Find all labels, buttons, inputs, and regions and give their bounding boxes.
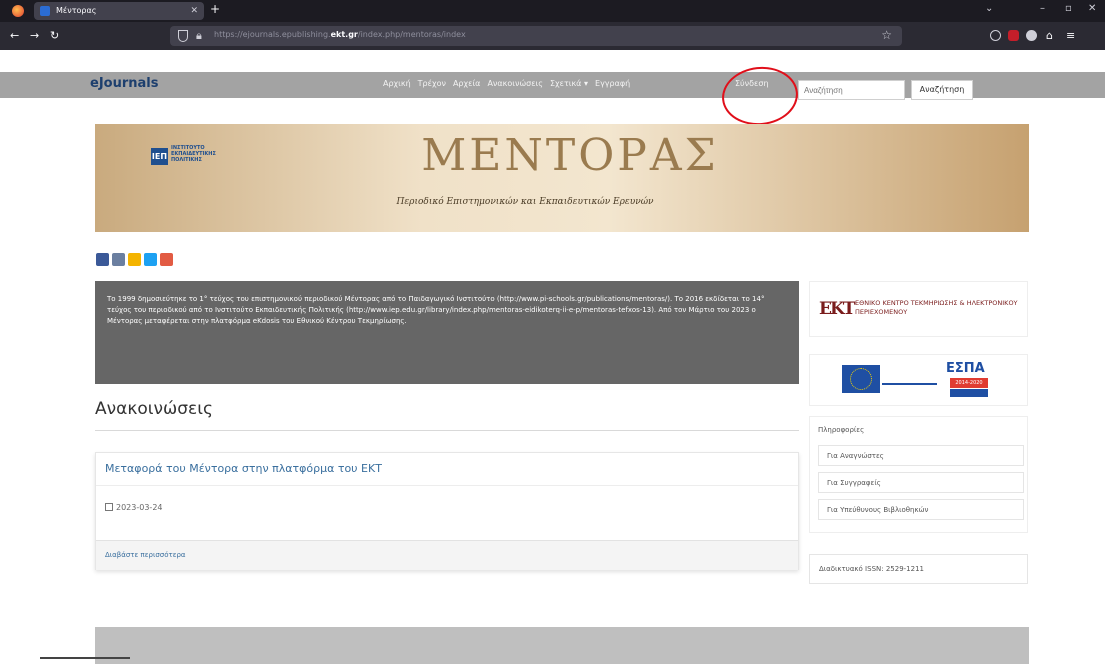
nav-archives[interactable]: Αρχεία: [453, 79, 480, 88]
espa-years: 2014-2020: [950, 378, 988, 388]
announcement-title[interactable]: Μεταφορά του Μέντορα στην πλατφόρμα του …: [105, 462, 382, 475]
search-button[interactable]: Αναζήτηση: [911, 80, 973, 100]
close-window-icon[interactable]: ✕: [1088, 3, 1096, 14]
divider: [96, 485, 798, 486]
iep-logo: ΙΕΠ: [151, 148, 168, 165]
more-share-icon[interactable]: [160, 253, 173, 266]
back-icon[interactable]: ←: [10, 29, 19, 42]
bottom-edge-mark: [40, 657, 130, 664]
ekt-logo-block[interactable]: EKT ΕΘΝΙΚΟ ΚΕΝΤΡΟ ΤΕΚΜΗΡΙΩΣΗΣ & ΗΛΕΚΤΡΟΝ…: [809, 281, 1028, 337]
account-icon[interactable]: [1026, 30, 1037, 41]
browser-nav-bar: ← → ↻ 🔒︎ https://ejournals.epublishing.e…: [0, 22, 1105, 50]
email-icon[interactable]: [128, 253, 141, 266]
nav-home[interactable]: Αρχική: [383, 79, 411, 88]
journal-banner: ΙΕΠ ΙΝΣΤΙΤΟΥΤΟ ΕΚΠΑΙΔΕΥΤΙΚΗΣ ΠΟΛΙΤΙΚΗΣ Μ…: [95, 124, 1029, 232]
minimize-icon[interactable]: –: [1040, 3, 1045, 14]
tab-title: Μέντορας: [56, 6, 97, 15]
info-authors-link[interactable]: Για Συγγραφείς: [818, 472, 1024, 493]
ekt-name: ΕΘΝΙΚΟ ΚΕΝΤΡΟ ΤΕΚΜΗΡΙΩΣΗΣ & ΗΛΕΚΤΡΟΝΙΚΟΥ…: [855, 299, 1018, 316]
firefox-icon[interactable]: [12, 5, 24, 17]
pocket-icon[interactable]: [990, 30, 1001, 41]
menu-icon[interactable]: ≡: [1066, 29, 1075, 42]
eu-funding-logo: [882, 371, 937, 385]
facebook-icon[interactable]: [96, 253, 109, 266]
browser-tab[interactable]: Μέντορας ✕: [34, 2, 204, 20]
nav-about[interactable]: Σχετικά ▾: [550, 79, 588, 88]
tracking-shield-icon[interactable]: [178, 30, 188, 42]
announcement-footer: Διαβάστε περισσότερα: [96, 540, 798, 570]
site-favicon-icon: [40, 6, 50, 16]
twitter-icon[interactable]: [144, 253, 157, 266]
share-icon[interactable]: [112, 253, 125, 266]
espa-logo: ΕΣΠΑ: [946, 361, 985, 376]
espa-logo-block[interactable]: ΕΣΠΑ 2014-2020: [809, 354, 1028, 406]
bookmark-star-icon[interactable]: ☆: [881, 28, 892, 42]
calendar-icon: [105, 503, 113, 511]
info-librarians-link[interactable]: Για Υπεύθυνους Βιβλιοθηκών: [818, 499, 1024, 520]
main-nav: Αρχική Τρέχον Αρχεία Ανακοινώσεις Σχετικ…: [383, 79, 630, 88]
reload-icon[interactable]: ↻: [50, 29, 59, 42]
issn-block: Διαδικτυακό ISSN: 2529-1211: [809, 554, 1028, 584]
eu-flag-icon: [842, 365, 880, 393]
journal-intro: Το 1999 δημοσιεύτηκε το 1° τεύχος του επ…: [95, 281, 799, 384]
forward-icon[interactable]: →: [30, 29, 39, 42]
info-block: Πληροφορίες Για Αναγνώστες Για Συγγραφεί…: [809, 416, 1028, 533]
announcement-card: Μεταφορά του Μέντορα στην πλατφόρμα του …: [95, 452, 799, 570]
site-logo[interactable]: eJournals: [90, 76, 158, 91]
journal-title: ΜΕΝΤΟΡΑΣ: [421, 130, 719, 181]
read-more-link[interactable]: Διαβάστε περισσότερα: [105, 551, 186, 559]
espa-bar: [950, 389, 988, 397]
ekt-logo: EKT: [819, 299, 855, 319]
journal-subtitle: Περιοδικό Επιστημονικών και Εκπαιδευτικώ…: [396, 197, 654, 207]
nav-register[interactable]: Εγγραφή: [595, 79, 630, 88]
browser-tab-bar: Μέντορας ✕ + ⌄ – ▫ ✕: [0, 0, 1105, 22]
home-icon[interactable]: ⌂: [1046, 29, 1053, 42]
list-tabs-icon[interactable]: ⌄: [985, 3, 993, 14]
close-tab-icon[interactable]: ✕: [190, 2, 198, 20]
url-text: https://ejournals.epublishing.ekt.gr/ind…: [214, 30, 466, 39]
announcement-date: 2023-03-24: [105, 503, 163, 512]
maximize-icon[interactable]: ▫: [1065, 3, 1072, 14]
lock-icon[interactable]: 🔒︎: [196, 29, 202, 43]
info-title: Πληροφορίες: [818, 426, 865, 434]
nav-current[interactable]: Τρέχον: [418, 79, 446, 88]
divider: [95, 430, 799, 431]
extension-icon[interactable]: [1008, 30, 1019, 41]
institute-name: ΙΝΣΤΙΤΟΥΤΟ ΕΚΠΑΙΔΕΥΤΙΚΗΣ ΠΟΛΙΤΙΚΗΣ: [171, 145, 216, 163]
url-bar[interactable]: 🔒︎ https://ejournals.epublishing.ekt.gr/…: [170, 26, 902, 46]
page-footer: [95, 627, 1029, 664]
new-tab-icon[interactable]: +: [210, 2, 220, 16]
nav-announcements[interactable]: Ανακοινώσεις: [487, 79, 543, 88]
announcements-heading: Ανακοινώσεις: [95, 399, 213, 419]
info-readers-link[interactable]: Για Αναγνώστες: [818, 445, 1024, 466]
search-input[interactable]: [798, 80, 905, 100]
share-buttons: [96, 253, 173, 266]
